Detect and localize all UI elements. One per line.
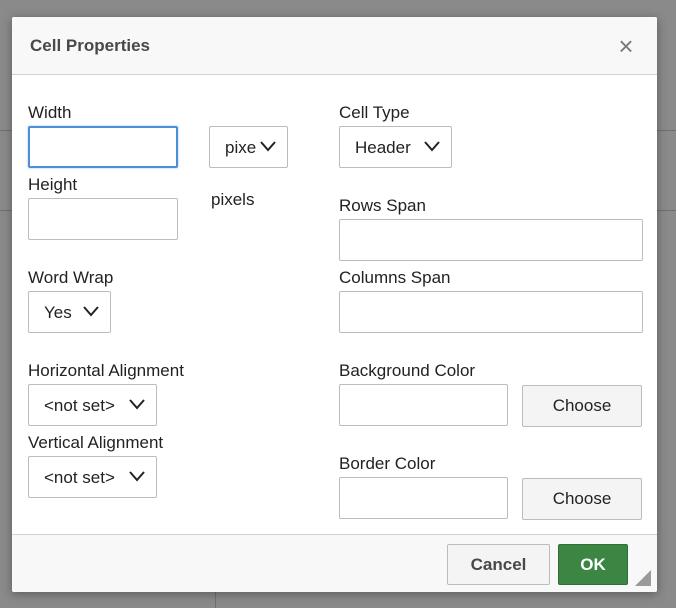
chevron-down-icon xyxy=(83,306,99,317)
cell-type-select[interactable]: Header xyxy=(339,126,452,168)
word-wrap-label: Word Wrap xyxy=(28,268,114,287)
cell-type-label: Cell Type xyxy=(339,103,410,122)
cancel-button[interactable]: Cancel xyxy=(447,544,550,585)
rows-span-label: Rows Span xyxy=(339,196,426,215)
cell-type-value: Header xyxy=(355,138,411,157)
background-color-input[interactable] xyxy=(339,384,508,426)
vertical-alignment-select[interactable]: <not set> xyxy=(28,456,157,498)
border-color-choose-button[interactable]: Choose xyxy=(522,478,642,520)
vertical-alignment-label: Vertical Alignment xyxy=(28,433,164,452)
chevron-down-icon xyxy=(129,399,145,410)
width-unit-select[interactable]: pixels xyxy=(209,126,288,168)
width-label: Width xyxy=(28,103,72,122)
background-editor-line xyxy=(215,592,216,608)
chevron-down-icon xyxy=(257,139,279,153)
horizontal-alignment-select[interactable]: <not set> xyxy=(28,384,157,426)
width-input[interactable] xyxy=(28,126,178,168)
close-icon[interactable]: × xyxy=(615,33,637,59)
chevron-down-icon xyxy=(129,471,145,482)
horizontal-alignment-value: <not set> xyxy=(44,396,115,415)
resize-handle-icon[interactable] xyxy=(635,570,651,586)
word-wrap-value: Yes xyxy=(44,303,72,322)
height-label: Height xyxy=(28,175,78,194)
height-input[interactable] xyxy=(28,198,178,240)
background-editor-line xyxy=(0,210,12,211)
chevron-down-icon xyxy=(424,141,440,152)
vertical-alignment-value: <not set> xyxy=(44,468,115,487)
dialog-header: Cell Properties × xyxy=(12,17,657,75)
columns-span-label: Columns Span xyxy=(339,268,451,287)
border-color-label: Border Color xyxy=(339,454,436,473)
background-editor-line xyxy=(657,130,676,131)
word-wrap-select[interactable]: Yes xyxy=(28,291,111,333)
background-editor-line xyxy=(657,210,676,211)
background-color-choose-button[interactable]: Choose xyxy=(522,385,642,427)
background-editor-line xyxy=(0,130,12,131)
columns-span-input[interactable] xyxy=(339,291,643,333)
cell-properties-dialog: Cell Properties × Width pixels Height pi… xyxy=(12,17,657,592)
rows-span-input[interactable] xyxy=(339,219,643,261)
height-unit-label: pixels xyxy=(211,190,255,209)
background-color-label: Background Color xyxy=(339,361,476,380)
border-color-input[interactable] xyxy=(339,477,508,519)
ok-button[interactable]: OK xyxy=(558,544,628,585)
dialog-title: Cell Properties xyxy=(30,36,150,55)
dialog-footer: Cancel OK xyxy=(12,534,657,592)
horizontal-alignment-label: Horizontal Alignment xyxy=(28,361,184,380)
